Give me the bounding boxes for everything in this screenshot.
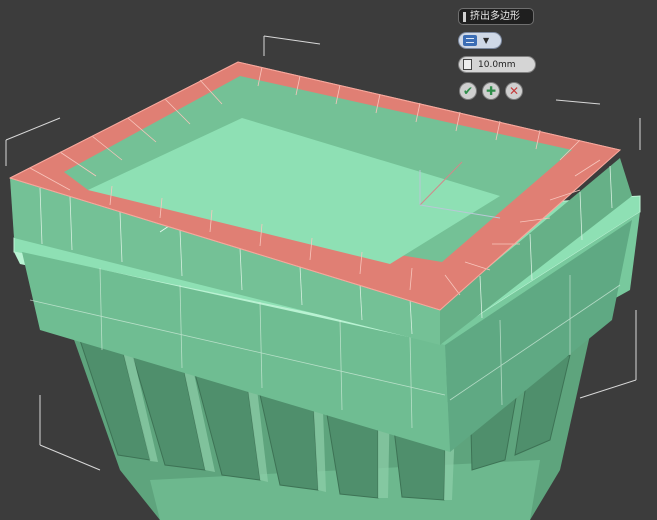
group-icon bbox=[463, 35, 477, 46]
apply-button[interactable]: ✚ bbox=[482, 82, 500, 100]
caddy-actions: ✔ ✚ ✕ bbox=[459, 82, 523, 100]
extrude-height-value[interactable]: 10.0mm bbox=[478, 60, 516, 70]
height-icon bbox=[463, 59, 472, 70]
drag-handle-icon[interactable] bbox=[463, 11, 466, 22]
extrude-height-spinner[interactable]: 10.0mm bbox=[458, 56, 536, 73]
ok-button[interactable]: ✔ bbox=[459, 82, 477, 100]
plus-icon: ✚ bbox=[485, 84, 497, 98]
chevron-down-icon: ▼ bbox=[483, 36, 490, 45]
caddy-title[interactable]: 挤出多边形 bbox=[458, 8, 534, 25]
cancel-button[interactable]: ✕ bbox=[505, 82, 523, 100]
checkmark-icon: ✔ bbox=[462, 84, 474, 98]
close-icon: ✕ bbox=[508, 84, 520, 98]
caddy-title-label: 挤出多边形 bbox=[470, 11, 520, 22]
extrude-mode-dropdown[interactable]: ▼ bbox=[458, 32, 502, 49]
viewport-3d[interactable] bbox=[0, 0, 657, 520]
